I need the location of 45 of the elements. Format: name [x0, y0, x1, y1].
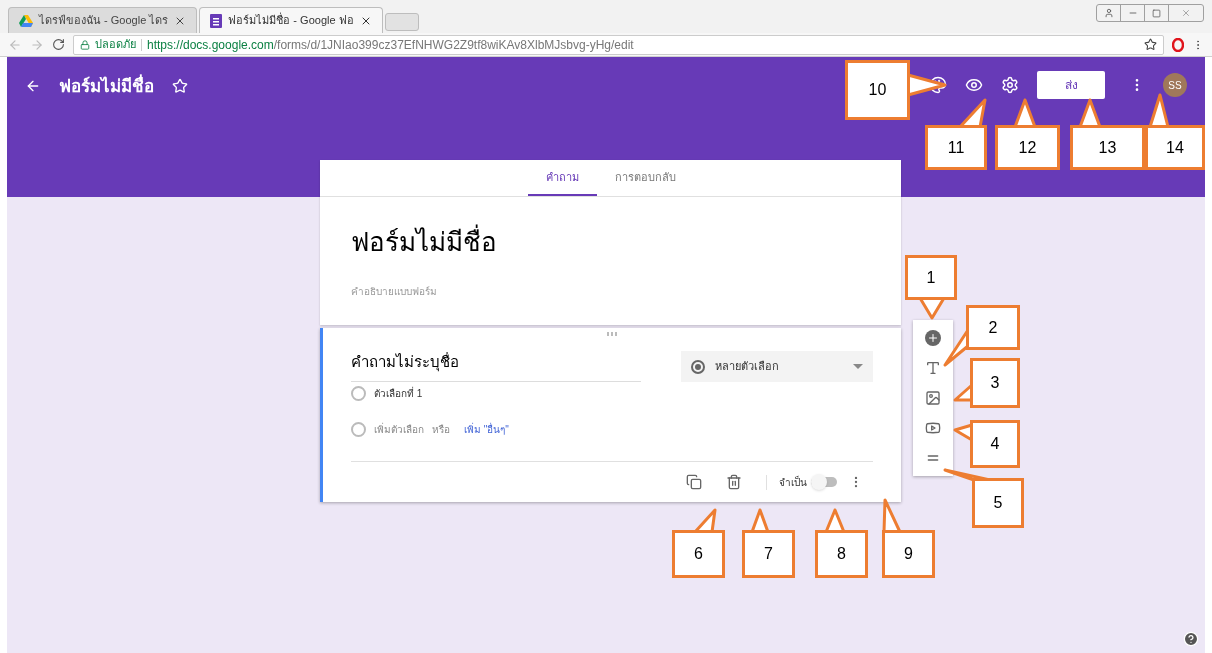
reload-icon[interactable]	[52, 38, 65, 51]
callout-number: 4	[970, 420, 1020, 468]
form-title-heading[interactable]: ฟอร์มไม่มีชื่อ	[351, 223, 870, 262]
preview-eye-icon[interactable]	[965, 76, 983, 94]
browser-tab[interactable]: ฟอร์มไม่มีชื่อ - Google ฟอ	[199, 7, 383, 33]
form-tab[interactable]: คำถาม	[527, 160, 597, 196]
required-label: จำเป็น	[779, 474, 807, 490]
star-icon[interactable]	[172, 78, 188, 94]
option-label[interactable]: ตัวเลือกที่ 1	[374, 386, 423, 401]
callout-number: 9	[882, 530, 935, 578]
callout-number: 5	[972, 478, 1024, 528]
avatar[interactable]: SS	[1163, 73, 1187, 97]
image-icon[interactable]	[925, 390, 941, 406]
help-icon[interactable]	[1183, 631, 1199, 647]
browser-tab[interactable]: ไดรฟ์ของฉัน - Google ไดร	[8, 7, 198, 33]
question-type-dropdown[interactable]: หลายตัวเลือก	[681, 351, 873, 382]
callout-number: 2	[966, 305, 1020, 350]
add-other-link[interactable]: เพิ่ม "อื่นๆ"	[464, 422, 509, 437]
callout-number: 14	[1145, 125, 1205, 170]
required-toggle[interactable]	[811, 477, 837, 487]
drag-handle-icon[interactable]	[607, 332, 617, 336]
video-icon[interactable]	[925, 420, 941, 436]
form-tab[interactable]: การตอบกลับ	[596, 160, 694, 196]
callout-number: 3	[970, 358, 1020, 408]
address-field[interactable]: ปลอดภัย https://docs.google.com/forms/d/1JNIao399cz37EfNHWG2Z9tf8wiKAv8XlbMJsbvg-yHg/edit	[73, 34, 1164, 55]
form-title: ฟอร์มไม่มีชื่อ	[59, 74, 154, 100]
user-icon[interactable]	[1103, 8, 1114, 18]
drive-icon	[19, 14, 33, 27]
radio-button[interactable]	[351, 386, 366, 401]
add-question-icon[interactable]	[925, 330, 941, 346]
callout-number: 8	[815, 530, 868, 578]
callout-number: 10	[845, 60, 910, 120]
settings-icon[interactable]	[1001, 76, 1019, 94]
restore-icon[interactable]	[1152, 8, 1161, 18]
form-icon	[210, 13, 223, 28]
callout-number: 7	[742, 530, 795, 578]
delete-icon[interactable]	[726, 474, 742, 490]
browser-logo-icon[interactable]	[1172, 37, 1184, 52]
duplicate-icon[interactable]	[686, 474, 702, 490]
bookmark-star-icon[interactable]	[1144, 38, 1157, 51]
or-text: หรือ	[432, 423, 450, 437]
text-icon[interactable]	[925, 360, 941, 376]
add-option-field[interactable]: เพิ่มตัวเลือก	[374, 422, 424, 437]
lock-icon	[80, 39, 90, 50]
question-title-field[interactable]: คำถามไม่ระบุชื่อ	[351, 351, 642, 382]
